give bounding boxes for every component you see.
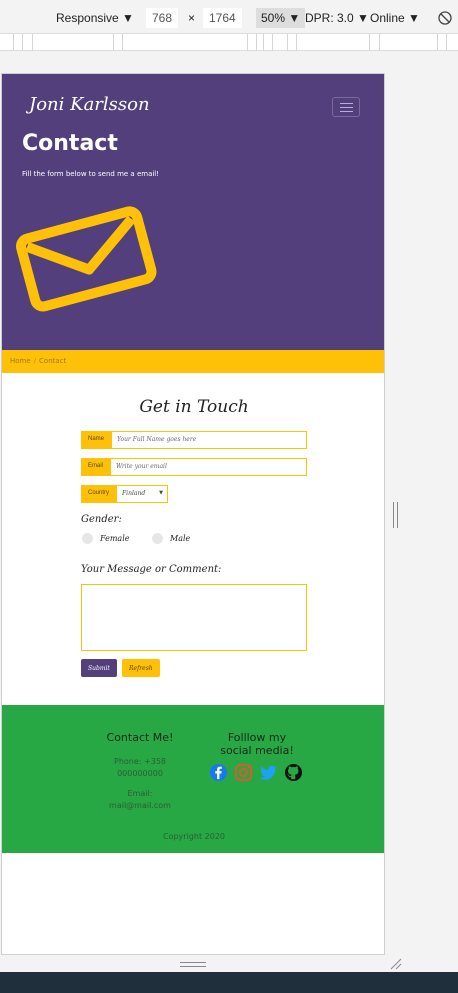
email-label: Email [81, 458, 111, 476]
radio-circle[interactable] [82, 533, 93, 544]
brand-logo[interactable]: Joni Karlsson [29, 94, 150, 115]
facebook-icon[interactable] [209, 763, 228, 782]
country-label: Country [81, 485, 117, 503]
social-links [209, 763, 303, 782]
envelope-icon [16, 206, 157, 312]
social-heading-line2: social media! [220, 744, 294, 757]
chevron-down-icon: ▼ [159, 490, 164, 496]
instagram-icon[interactable] [234, 763, 253, 782]
contact-form-section: Get in Touch Name Your Full Name goes he… [2, 373, 384, 705]
breadcrumb: Home / Contact [2, 350, 384, 373]
country-select-value: Finland [122, 490, 146, 497]
message-textarea[interactable] [81, 584, 307, 651]
breadcrumb-separator: / [33, 357, 37, 365]
email-address[interactable]: mail@mail.com [97, 801, 183, 810]
chevron-down-icon: ▼ [357, 11, 369, 25]
resize-handle-bottom[interactable] [180, 962, 206, 967]
name-label: Name [81, 431, 112, 449]
contact-heading: Contact Me! [106, 731, 174, 744]
name-input[interactable]: Your Full Name goes here [111, 431, 307, 449]
times-label: × [188, 11, 196, 25]
country-select[interactable]: Finland ▼ [116, 485, 169, 503]
height-input[interactable]: 1764 [203, 8, 242, 28]
email-input[interactable]: Write your email [110, 458, 307, 476]
media-query-ruler [0, 34, 458, 51]
resize-corner-icon[interactable] [390, 958, 402, 970]
hero-section: Joni Karlsson Contact Fill the form belo… [2, 74, 384, 350]
dpr-dropdown[interactable]: DPR: 3.0 ▼ [305, 11, 369, 25]
gender-female-label: Female [100, 534, 130, 543]
refresh-button[interactable]: Refresh [122, 659, 160, 677]
github-icon[interactable] [284, 763, 303, 782]
message-label: Your Message or Comment: [81, 564, 222, 575]
email-line: Email: [127, 789, 153, 798]
page-subtitle: Fill the form below to send me a email! [22, 170, 160, 178]
zoom-dropdown[interactable]: 50% ▼ [256, 8, 306, 28]
width-input[interactable]: 768 [146, 8, 179, 28]
name-field: Name Your Full Name goes here [81, 431, 307, 449]
dpr-label: DPR: 3.0 [305, 11, 354, 25]
gender-female-radio[interactable]: Female [82, 533, 130, 544]
social-heading-line1: Folllow my [227, 731, 287, 744]
form-title: Get in Touch [139, 397, 249, 417]
copyright-text: Copyright 2020 [163, 832, 225, 841]
menu-toggle-button[interactable] [332, 97, 360, 117]
taskbar [0, 972, 458, 993]
footer: Contact Me! Phone: +358 000000000 Email:… [2, 705, 384, 853]
page-title: Contact [22, 131, 118, 156]
device-mode-label: Responsive [56, 11, 119, 25]
gender-male-radio[interactable]: Male [152, 533, 190, 544]
radio-circle[interactable] [152, 533, 163, 544]
submit-button[interactable]: Submit [81, 659, 117, 677]
phone-number: 000000000 [117, 769, 163, 778]
network-label: Online [370, 11, 405, 25]
chevron-down-icon: ▼ [408, 11, 420, 25]
device-frame: Joni Karlsson Contact Fill the form belo… [1, 73, 385, 955]
chevron-down-icon: ▼ [288, 11, 301, 25]
rotate-icon[interactable] [438, 11, 452, 25]
twitter-icon[interactable] [259, 763, 278, 782]
breadcrumb-current: Contact [39, 357, 67, 365]
country-field: Country Finland ▼ [81, 485, 169, 503]
resize-handle-side[interactable] [393, 502, 398, 528]
chevron-down-icon: ▼ [122, 11, 134, 25]
device-mode-dropdown[interactable]: Responsive ▼ [56, 11, 134, 25]
breadcrumb-home-link[interactable]: Home [10, 357, 31, 365]
phone-line: Phone: +358 [114, 757, 166, 766]
devtools-toolbar: Responsive ▼ 768 × 1764 50% ▼ DPR: 3.0 ▼… [0, 0, 458, 34]
gender-label: Gender: [81, 514, 122, 525]
gender-male-label: Male [170, 534, 191, 543]
email-field: Email Write your email [81, 458, 307, 476]
zoom-label: 50% [261, 11, 286, 25]
network-dropdown[interactable]: Online ▼ [370, 11, 420, 25]
